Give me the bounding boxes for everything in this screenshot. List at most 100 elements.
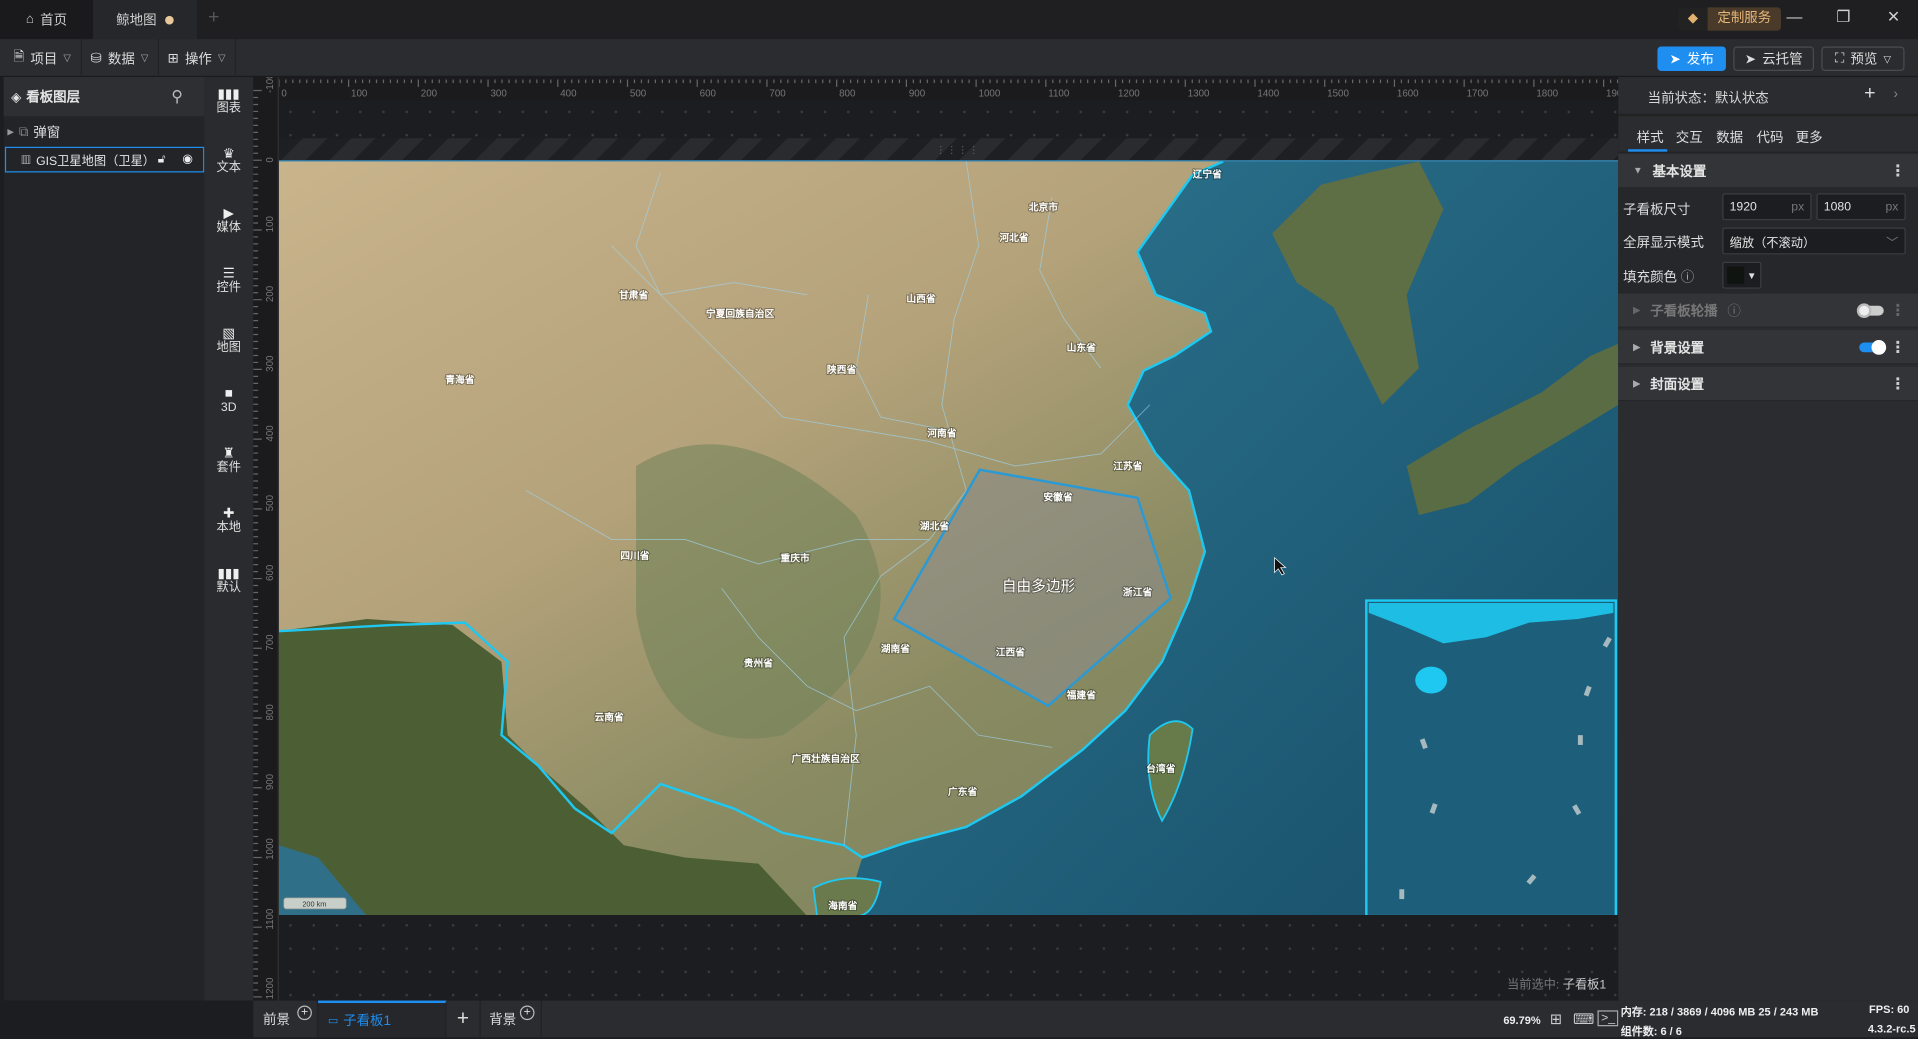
section-background[interactable]: ▶ 背景设置 ⋮ — [1618, 330, 1918, 365]
ruler-label: 400 — [560, 89, 577, 100]
ruler-label: 0 — [281, 89, 287, 100]
tab-foreground[interactable]: 前景 + — [253, 1000, 319, 1038]
vertical-ruler: -100 0 100 200 300 400 500 600 700 800 900 1000 1100… — [253, 73, 279, 1001]
fullscreen-mode-select[interactable]: 缩放（不滚动） ﹀ — [1722, 227, 1906, 255]
province-label: 甘肃省 — [619, 288, 649, 301]
grid-icon: ⊞ — [167, 51, 179, 67]
background-toggle[interactable] — [1859, 340, 1887, 355]
carousel-toggle[interactable] — [1856, 303, 1884, 319]
tool-suite[interactable]: ♜ 套件 — [204, 447, 253, 475]
tool-3d[interactable]: ■ 3D — [204, 387, 253, 415]
tab-interaction[interactable]: 交互 — [1676, 127, 1703, 147]
caret-right-icon: ▶ — [1632, 304, 1641, 316]
caret-down-icon: ▼ — [1746, 269, 1757, 281]
height-input[interactable]: 1080 px — [1816, 193, 1906, 221]
province-label: 海南省 — [828, 899, 858, 912]
terminal-icon[interactable]: >_ — [1597, 1010, 1619, 1027]
layer-item-gis-map[interactable]: ▥ GIS卫星地图（卫星） 🔓︎ ◉ — [4, 146, 205, 173]
horizontal-ruler: 0 100 200 300 400 500 600 700 800 900 1000 1100 1200… — [278, 77, 1628, 101]
custom-service-button[interactable]: ◆ 定制服务 — [1678, 7, 1781, 31]
ruler-label: 500 — [265, 494, 276, 511]
tab-home-label: 首页 — [40, 13, 68, 29]
map-icon: ▧ — [222, 326, 236, 342]
publish-button[interactable]: ➤ 发布 — [1657, 46, 1726, 71]
add-subboard-button[interactable]: + — [446, 1000, 481, 1038]
add-background-icon[interactable]: + — [519, 1005, 535, 1021]
preview-button[interactable]: ⛶ 预览 ▽ — [1821, 46, 1905, 71]
chevron-right-icon[interactable]: › — [1894, 87, 1898, 102]
menu-project[interactable]: 🗎 项目 ▽ — [4, 39, 82, 78]
tab-subboard-1[interactable]: ▭ 子看板1 — [318, 1000, 447, 1038]
text-icon: ♛ — [222, 146, 235, 162]
province-label: 山东省 — [1067, 341, 1097, 354]
tool-control[interactable]: ☰ 控件 — [204, 267, 253, 295]
width-input[interactable]: 1920 px — [1722, 193, 1812, 221]
help-icon[interactable]: ⓘ — [1681, 270, 1694, 285]
ruler-label: 300 — [491, 89, 508, 100]
ruler-label: 200 — [265, 285, 276, 302]
add-foreground-icon[interactable]: + — [297, 1005, 312, 1021]
fill-color-picker[interactable]: ▼ — [1722, 261, 1762, 289]
add-tab-button[interactable]: + — [208, 7, 219, 29]
tool-label: 图表 — [216, 101, 241, 115]
tab-code[interactable]: 代码 — [1757, 127, 1784, 147]
minimize-button[interactable]: — — [1782, 7, 1806, 25]
more-vertical-icon[interactable]: ⋮ — [1890, 374, 1906, 394]
more-vertical-icon[interactable]: ⋮ — [1890, 161, 1906, 181]
cloud-host-button[interactable]: ➤ 云托管 — [1733, 46, 1815, 71]
ruler-label: 1000 — [265, 838, 276, 860]
fullscreen-icon: ⛶ — [1834, 50, 1845, 66]
section-cover[interactable]: ▶ 封面设置 ⋮ — [1618, 366, 1918, 402]
province-label: 河南省 — [927, 427, 957, 440]
ruler-label: 1100 — [1048, 89, 1070, 100]
state-bar: 当前状态：默认状态 + › — [1618, 77, 1918, 117]
eye-icon[interactable]: ◉ — [182, 153, 193, 166]
ruler-label: 200 — [421, 89, 438, 100]
gis-satellite-map[interactable]: 自由多边形 辽宁省 北京市 河北省 甘肃省 宁夏回族自治区 山西省 山东省 陕西省 青海省 河南省… — [278, 160, 1619, 915]
menu-operate[interactable]: ⊞ 操作 ▽ — [158, 39, 237, 78]
restore-button[interactable]: ❐ — [1831, 7, 1855, 27]
zoom-level[interactable]: 69.79% — [1503, 1014, 1540, 1026]
tool-local[interactable]: ✚ 本地 — [204, 507, 253, 535]
add-state-button[interactable]: + — [1864, 83, 1875, 105]
section-carousel[interactable]: ▶ 子看板轮播 ⓘ ⋮ — [1618, 293, 1918, 328]
tool-media[interactable]: ▶ 媒体 — [204, 207, 253, 235]
ruler-label: 100 — [265, 216, 276, 233]
tab-data[interactable]: 数据 — [1716, 127, 1743, 147]
layers-icon: ◈ — [11, 89, 22, 105]
resize-handle[interactable]: ⋮⋮⋮⋮ — [936, 144, 980, 155]
more-vertical-icon[interactable]: ⋮ — [1890, 337, 1906, 357]
tool-default[interactable]: ▮▮▮ 默认 — [204, 567, 253, 595]
tool-text[interactable]: ♛ 文本 — [204, 146, 253, 175]
tool-label: 套件 — [216, 461, 241, 475]
section-basic-settings[interactable]: ▼ 基本设置 ⋮ — [1618, 154, 1918, 189]
layer-item-popup[interactable]: ▶ ⧉ 弹窗 — [7, 122, 60, 142]
fit-screen-icon[interactable]: ⊞ — [1550, 1010, 1562, 1027]
tab-background[interactable]: 背景 + — [481, 1000, 542, 1038]
keyboard-icon[interactable]: ⌨ — [1573, 1010, 1594, 1027]
more-vertical-icon[interactable]: ⋮ — [1890, 300, 1906, 320]
tool-map[interactable]: ▧ 地图 — [204, 326, 253, 355]
ruler-label: 1500 — [1327, 89, 1349, 100]
province-label: 贵州省 — [744, 657, 774, 670]
close-button[interactable]: ✕ — [1881, 7, 1905, 27]
search-icon[interactable]: ⚲ — [171, 87, 183, 107]
tab-style[interactable]: 样式 — [1637, 127, 1664, 147]
unlock-icon[interactable]: 🔓︎ — [158, 153, 166, 166]
chart-icon: ▮▮▮ — [217, 86, 240, 102]
tool-chart[interactable]: ▮▮▮ 图表 — [204, 86, 253, 115]
document-icon: 🗎 — [13, 50, 25, 65]
menu-data[interactable]: ⛁ 数据 ▽ — [81, 39, 160, 78]
section-title: 子看板轮播 — [1650, 303, 1718, 319]
province-label: 青海省 — [445, 373, 475, 386]
tab-more[interactable]: 更多 — [1796, 127, 1823, 147]
layers-title: 看板图层 — [26, 90, 81, 106]
caret-right-icon[interactable]: ▶ — [7, 127, 14, 137]
tab-project-label: 鲸地图 — [116, 13, 157, 29]
tab-project[interactable]: 鲸地图 — [92, 0, 197, 40]
scale-label: 200 km — [302, 899, 326, 908]
ruler-label: 700 — [265, 634, 276, 651]
help-icon[interactable]: ⓘ — [1727, 300, 1740, 320]
chevron-down-icon: ▽ — [140, 52, 149, 64]
tab-home[interactable]: ⌂ 首页 — [0, 0, 93, 40]
